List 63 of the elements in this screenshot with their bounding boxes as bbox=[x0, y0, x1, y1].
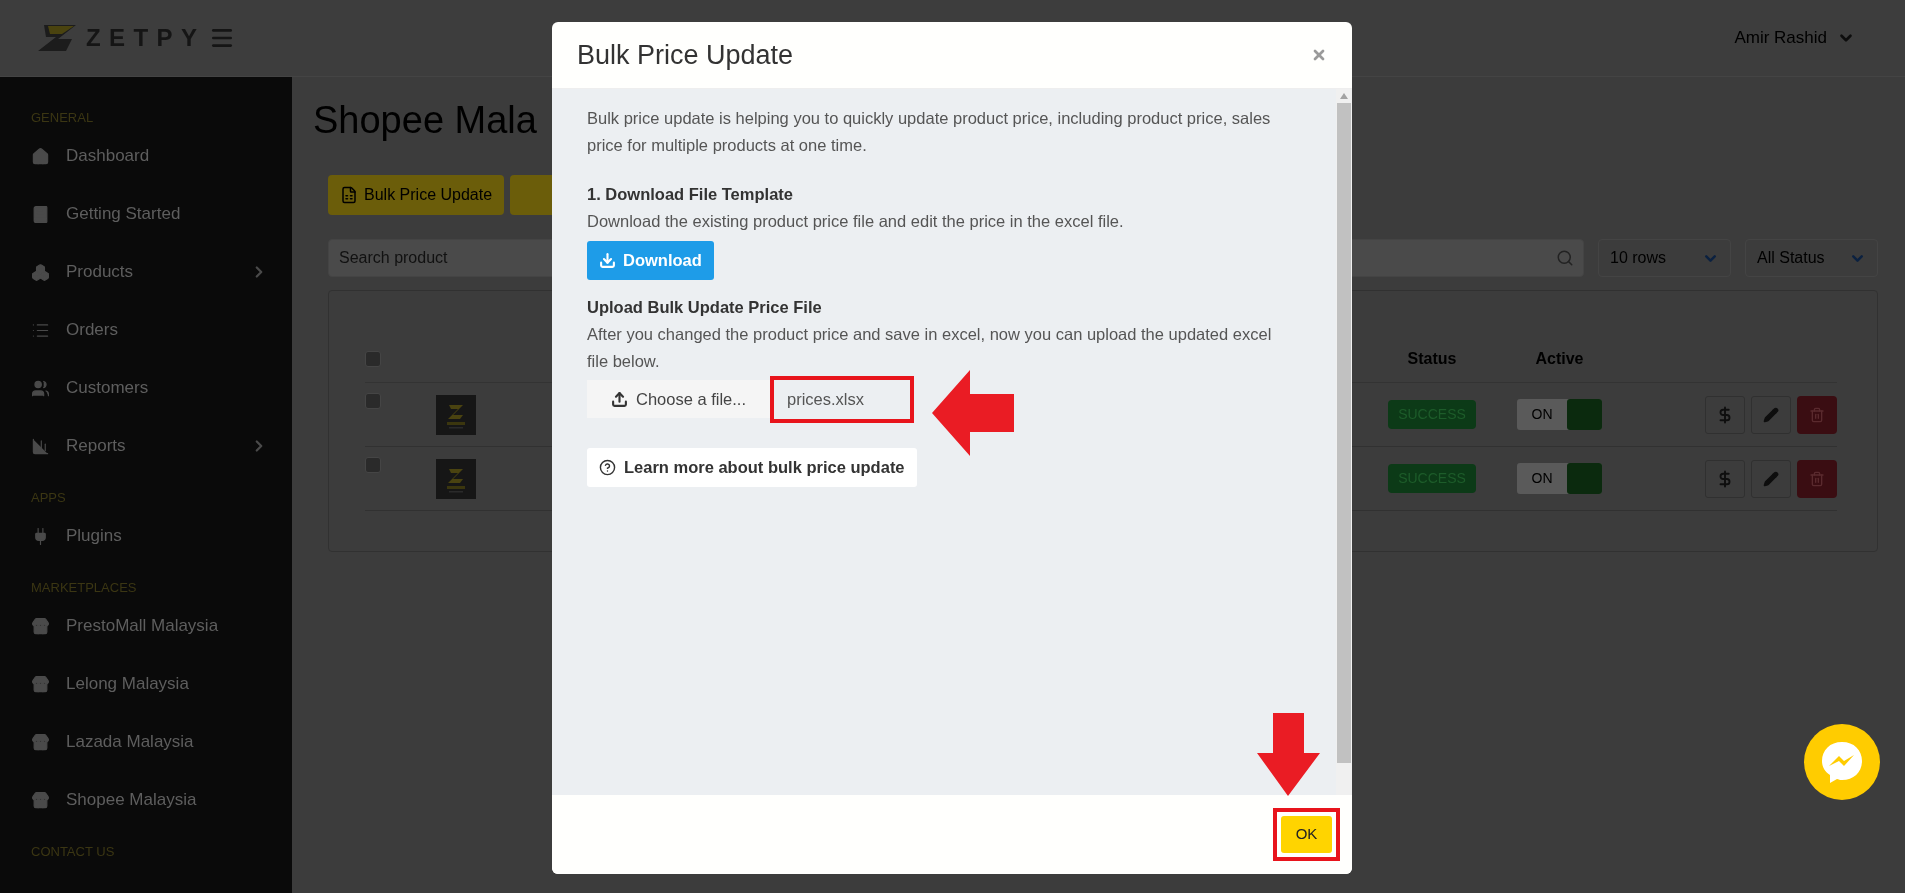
price-button[interactable] bbox=[1705, 459, 1745, 498]
download-icon bbox=[599, 252, 616, 269]
close-icon[interactable] bbox=[1311, 47, 1327, 63]
delete-button[interactable] bbox=[1797, 395, 1837, 434]
toggle-switch[interactable]: ON bbox=[1517, 463, 1602, 494]
scrollbar[interactable] bbox=[1336, 89, 1352, 795]
user-name[interactable]: Amir Rashid bbox=[1734, 25, 1827, 51]
arrow-icon bbox=[1255, 711, 1322, 798]
edit-button[interactable] bbox=[1751, 395, 1791, 434]
sidebar-item[interactable]: PrestoMall Malaysia bbox=[31, 597, 268, 655]
edit-button[interactable] bbox=[1751, 459, 1791, 498]
sidebar-item[interactable]: Lelong Malaysia bbox=[31, 655, 268, 713]
trash-icon bbox=[1809, 470, 1825, 487]
home-icon bbox=[31, 146, 50, 166]
help-button[interactable]: Learn more about bulk price update bbox=[587, 448, 917, 487]
page-title: Shopee Mala bbox=[313, 98, 537, 143]
store-icon bbox=[31, 616, 50, 636]
sidebar-item[interactable]: Products bbox=[31, 243, 268, 301]
sidebar-item[interactable]: Orders bbox=[31, 301, 268, 359]
section-heading: 1. Download File Template bbox=[587, 184, 793, 205]
sidebar-item[interactable]: Plugins bbox=[31, 507, 268, 565]
store-icon bbox=[31, 674, 50, 694]
checkbox[interactable] bbox=[365, 457, 381, 473]
book-icon bbox=[31, 204, 50, 224]
download-button[interactable]: Download bbox=[587, 241, 714, 280]
choose-file-button[interactable]: Choose a file... bbox=[587, 380, 770, 418]
intro-text: Bulk price update is helping you to quickly update product price, including product price, sales price for multiple products at one time. bbox=[587, 108, 1272, 156]
modal-title: Bulk Price Update bbox=[577, 38, 794, 72]
store-icon bbox=[31, 732, 50, 752]
column-header: Active bbox=[1534, 348, 1585, 369]
section-heading: Upload Bulk Update Price File bbox=[587, 297, 822, 318]
sidebar-item[interactable]: Shopee Malaysia bbox=[31, 771, 268, 829]
search-icon bbox=[1556, 249, 1574, 267]
sidebar-item[interactable]: Dashboard bbox=[31, 127, 268, 185]
pencil-icon bbox=[1763, 470, 1779, 487]
sidebar-item[interactable]: Reports bbox=[31, 417, 268, 475]
ok-button[interactable]: OK bbox=[1281, 816, 1332, 853]
column-header: Status bbox=[1406, 348, 1458, 369]
sidebar-item[interactable]: Getting Started bbox=[31, 185, 268, 243]
boxes-icon bbox=[31, 262, 50, 282]
help-icon bbox=[599, 459, 616, 476]
toggle-switch[interactable]: ON bbox=[1517, 399, 1602, 430]
step-text: Download the existing product price file and edit the price in the excel file. bbox=[587, 211, 1124, 232]
spreadsheet-icon bbox=[340, 186, 358, 204]
sidebar-item[interactable]: Lazada Malaysia bbox=[31, 713, 268, 771]
rows-select[interactable]: 10 rows bbox=[1598, 239, 1731, 277]
pencil-icon bbox=[1763, 406, 1779, 423]
status-select[interactable]: All Status bbox=[1745, 239, 1878, 277]
upload-icon bbox=[610, 390, 628, 408]
arrow-icon bbox=[930, 368, 1016, 458]
bulk-price-update-button[interactable]: Bulk Price Update bbox=[328, 175, 505, 215]
step-text: After you changed the product price and save in excel, now you can upload the updated excel file below. bbox=[587, 324, 1273, 372]
scroll-up-icon[interactable] bbox=[1340, 93, 1348, 99]
store-icon bbox=[31, 790, 50, 810]
chart-icon bbox=[31, 436, 50, 456]
highlight-box bbox=[1273, 808, 1340, 861]
users-icon bbox=[31, 378, 50, 398]
delete-button[interactable] bbox=[1797, 459, 1837, 498]
trash-icon bbox=[1809, 406, 1825, 423]
sidebar-item[interactable]: Customers bbox=[31, 359, 268, 417]
checkbox[interactable] bbox=[365, 393, 381, 409]
checkbox[interactable] bbox=[365, 350, 381, 367]
price-button[interactable] bbox=[1705, 395, 1745, 434]
